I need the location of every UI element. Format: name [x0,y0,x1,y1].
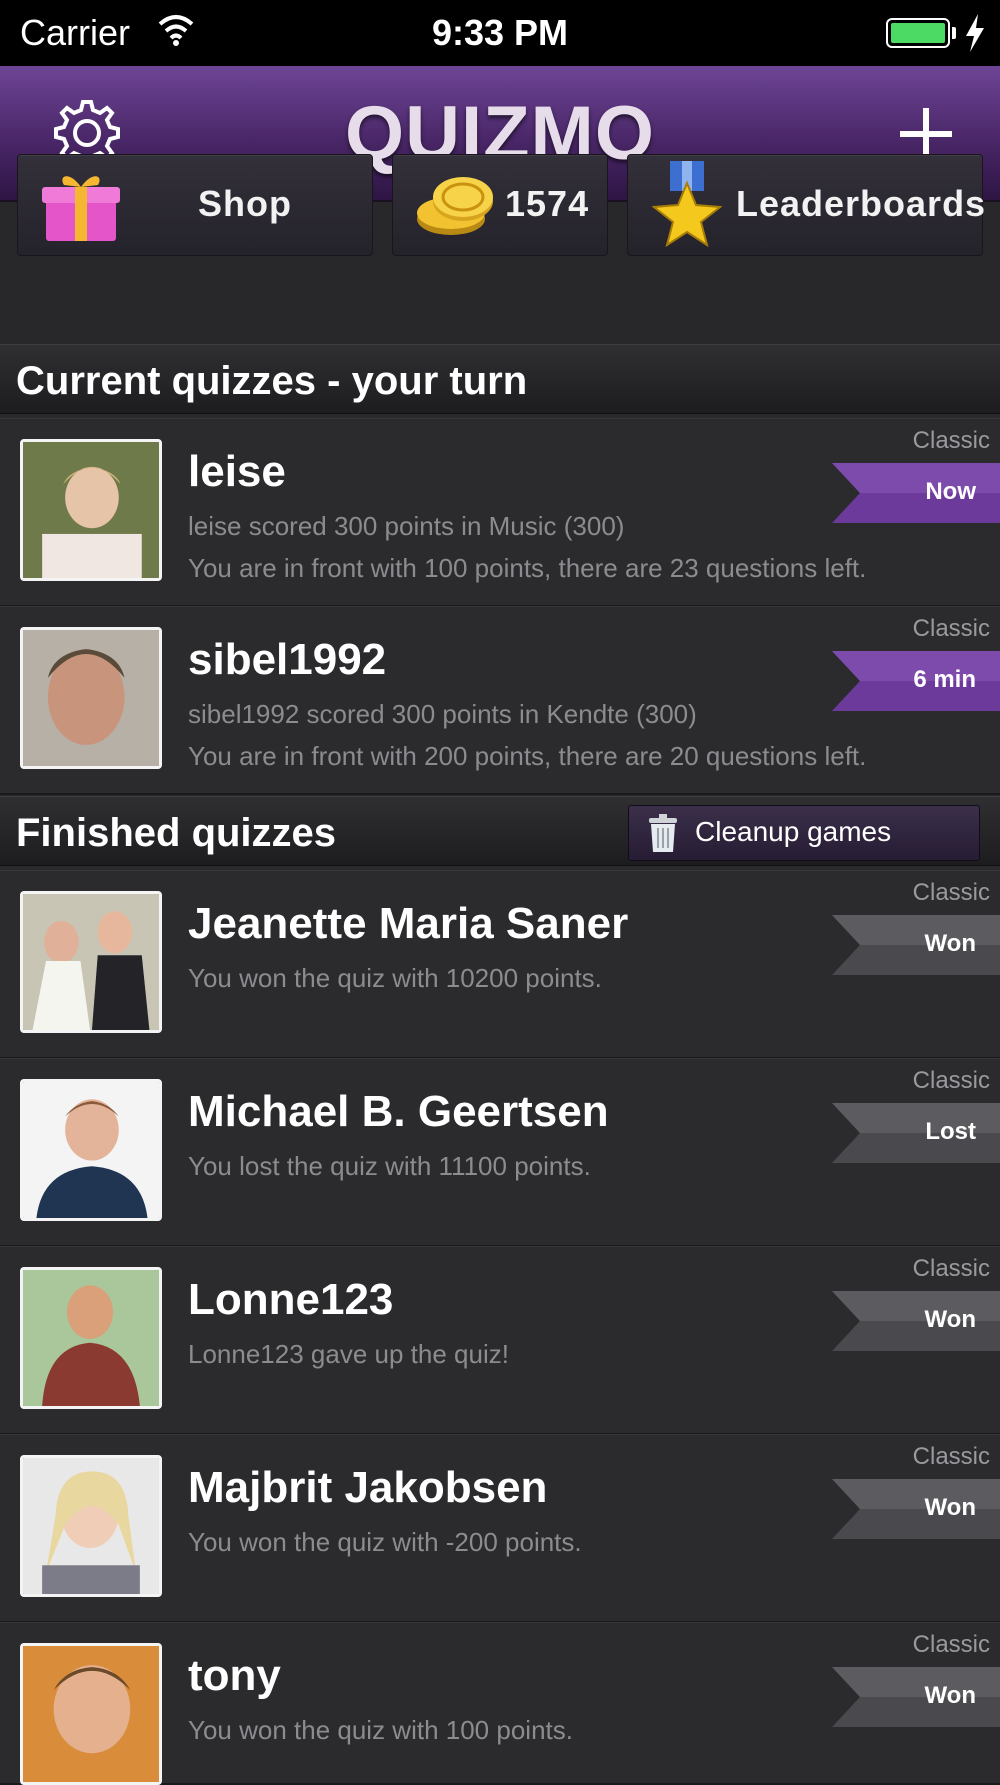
avatar [20,627,162,769]
game-mode: Classic [912,615,990,642]
game-mode: Classic [912,1255,990,1282]
status-ribbon[interactable]: Won [832,1667,1000,1727]
status-ribbon[interactable]: 6 min [832,651,1000,711]
result-summary: Lonne123 gave up the quiz! [188,1339,509,1369]
score-summary: sibel1992 scored 300 points in Kendte (3… [188,699,697,729]
avatar [20,891,162,1033]
quiz-row[interactable]: Lonne123 Lonne123 gave up the quiz! Clas… [0,1246,1000,1435]
player-name: leise [188,447,286,496]
leaderboards-button[interactable]: Leaderboards [627,154,987,256]
quiz-row[interactable]: Jeanette Maria Saner You won the quiz wi… [0,870,1000,1059]
quiz-row[interactable]: leise leise scored 300 points in Music (… [0,418,1000,607]
avatar [20,1643,162,1785]
result-summary: You lost the quiz with 11100 points. [188,1151,591,1181]
section-title: Finished quizzes [16,811,337,855]
ribbon-label: 6 min [913,666,976,693]
charging-icon [966,14,984,52]
avatar [20,1079,162,1221]
finished-quizzes-header: Finished quizzes Cleanup games [0,796,1000,866]
quiz-row[interactable]: Michael B. Geertsen You lost the quiz wi… [0,1058,1000,1247]
shop-label: Shop [198,183,292,224]
leaderboards-label: Leaderboards [736,183,987,224]
status-ribbon[interactable]: Won [832,915,1000,975]
avatar [20,1455,162,1597]
player-name: Lonne123 [188,1275,394,1324]
player-name: Jeanette Maria Saner [188,899,629,948]
game-mode: Classic [912,1443,990,1470]
coin-count: 1574 [505,183,590,224]
game-mode: Classic [912,1631,990,1658]
medal-icon [652,161,722,247]
score-summary: leise scored 300 points in Music (300) [188,511,625,541]
quiz-row[interactable]: sibel1992 sibel1992 scored 300 points in… [0,606,1000,795]
shop-button[interactable]: Shop [17,154,373,256]
current-quizzes-header: Current quizzes - your turn [0,344,1000,414]
player-name: tony [188,1651,281,1700]
cleanup-label: Cleanup games [695,816,892,847]
player-name: Majbrit Jakobsen [188,1463,548,1512]
ribbon-label: Now [925,478,976,505]
status-ribbon[interactable]: Now [832,463,1000,523]
avatar [20,1267,162,1409]
status-summary: You are in front with 100 points, there … [188,553,867,583]
player-name: sibel1992 [188,635,387,684]
quiz-row[interactable]: tony You won the quiz with 100 points. C… [0,1622,1000,1785]
result-summary: You won the quiz with -200 points. [188,1527,582,1557]
player-name: Michael B. Geertsen [188,1087,609,1136]
avatar [20,439,162,581]
status-ribbon[interactable]: Lost [832,1103,1000,1163]
quiz-row[interactable]: Majbrit Jakobsen You won the quiz with -… [0,1434,1000,1623]
status-summary: You are in front with 200 points, there … [188,741,867,771]
ribbon-label: Won [924,1494,976,1521]
game-mode: Classic [912,427,990,454]
ribbon-label: Won [924,1682,976,1709]
trash-icon [649,814,677,852]
cleanup-games-button[interactable]: Cleanup games [628,805,980,861]
game-mode: Classic [912,879,990,906]
status-time: 9:33 PM [431,12,569,53]
coins-button[interactable]: 1574 [392,154,608,256]
ribbon-label: Won [924,930,976,957]
section-title: Current quizzes - your turn [16,359,528,403]
status-ribbon[interactable]: Won [832,1291,1000,1351]
gift-icon [42,176,120,241]
ribbon-label: Lost [925,1118,976,1145]
ribbon-label: Won [924,1306,976,1333]
status-ribbon[interactable]: Won [832,1479,1000,1539]
coins-icon [417,177,493,235]
status-bar: Carrier 9:33 PM [0,0,1000,66]
game-mode: Classic [912,1067,990,1094]
result-summary: You won the quiz with 100 points. [188,1715,573,1745]
battery-icon [886,18,950,48]
result-summary: You won the quiz with 10200 points. [188,963,602,993]
